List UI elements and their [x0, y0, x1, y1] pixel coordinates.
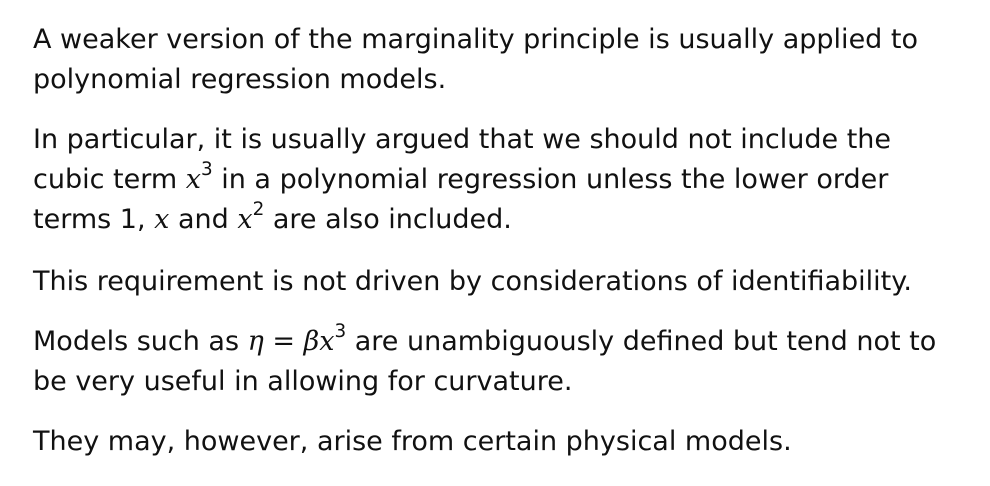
math-variable-x: x	[237, 204, 253, 235]
slide: A weaker version of the marginality prin…	[0, 0, 990, 486]
text-fragment: terms 1,	[33, 204, 155, 235]
text-line: In particular, it is usually argued that…	[33, 124, 892, 155]
math-symbol-eta: η	[247, 326, 264, 357]
text-fragment: and	[169, 204, 238, 235]
text-line: terms 1, x and x2 are also included.	[33, 200, 891, 240]
text-line: polynomial regression models.	[33, 64, 447, 95]
paragraph-marginality-intro: A weaker version of the marginality prin…	[33, 20, 918, 100]
text-fragment: cubic term	[33, 164, 186, 195]
text-fragment: in a polynomial regression unless the lo…	[212, 164, 889, 195]
paragraph-cubic-term: In particular, it is usually argued that…	[33, 120, 891, 240]
math-variable-x: x	[319, 326, 335, 357]
math-exponent: 3	[200, 159, 213, 181]
text-line: They may, however, arise from certain ph…	[33, 426, 792, 457]
text-line: cubic term x3 in a polynomial regression…	[33, 160, 891, 200]
text-fragment: Models such as	[33, 326, 248, 357]
text-line: Models such as η = βx3 are unambiguously…	[33, 322, 936, 362]
math-symbol-beta: β	[303, 326, 320, 357]
math-variable-x: x	[185, 164, 201, 195]
math-variable-x: x	[154, 204, 170, 235]
paragraph-model-example: Models such as η = βx3 are unambiguously…	[33, 322, 936, 402]
math-equals: =	[263, 326, 304, 357]
math-exponent: 3	[334, 321, 347, 343]
text-fragment: are also included.	[264, 204, 512, 235]
text-fragment: are unambiguously defined but tend not t…	[346, 326, 937, 357]
paragraph-physical-models: They may, however, arise from certain ph…	[33, 422, 792, 462]
paragraph-identifiability: This requirement is not driven by consid…	[33, 262, 912, 302]
text-line: A weaker version of the marginality prin…	[33, 24, 919, 55]
text-line: be very useful in allowing for curvature…	[33, 366, 573, 397]
math-exponent: 2	[252, 199, 265, 221]
text-line: This requirement is not driven by consid…	[33, 266, 912, 297]
